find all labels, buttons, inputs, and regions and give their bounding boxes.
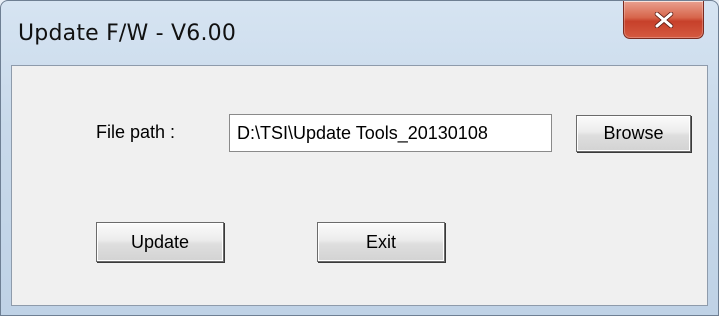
close-button[interactable] [623,1,704,39]
title-bar[interactable]: Update F/W - V6.00 [1,1,718,61]
update-button[interactable]: Update [96,222,224,262]
file-path-label: File path : [96,122,176,142]
close-icon [654,11,674,28]
window-title: Update F/W - V6.00 [18,21,237,46]
browse-button[interactable]: Browse [576,115,691,152]
exit-button[interactable]: Exit [317,222,445,262]
dialog-client-area: File path : Browse Update Exit [11,65,708,306]
file-path-input[interactable] [229,114,552,152]
dialog-window: Update F/W - V6.00 File path : Browse Up… [0,0,719,316]
